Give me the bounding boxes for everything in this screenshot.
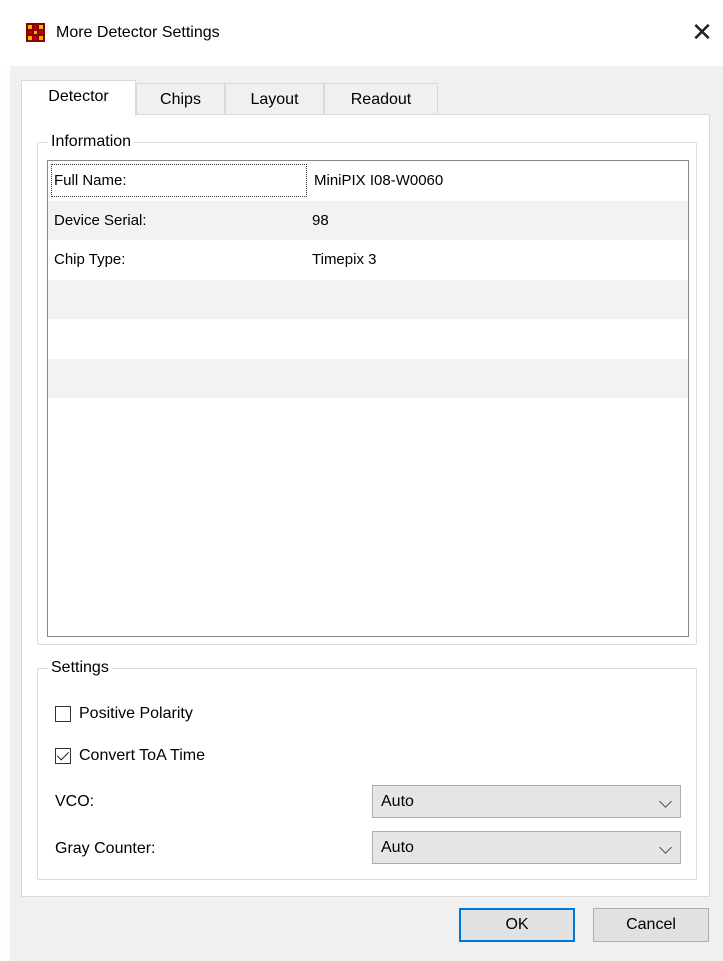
- settings-group-title: Settings: [48, 658, 112, 678]
- vco-label: VCO:: [55, 793, 95, 810]
- list-item[interactable]: Chip Type: Timepix 3: [48, 240, 688, 280]
- info-value: Timepix 3: [312, 251, 377, 269]
- gray-counter-select[interactable]: Auto: [372, 831, 681, 864]
- positive-polarity-label: Positive Polarity: [79, 705, 193, 722]
- convert-toa-option[interactable]: Convert ToA Time: [55, 747, 205, 765]
- window-title: More Detector Settings: [56, 24, 220, 41]
- list-item: [48, 358, 688, 398]
- detector-grid-icon: [26, 23, 45, 42]
- gray-counter-label: Gray Counter:: [55, 840, 156, 857]
- tab-chips[interactable]: Chips: [136, 83, 225, 115]
- information-group-title: Information: [48, 132, 135, 152]
- tab-readout[interactable]: Readout: [324, 83, 438, 115]
- info-key: Device Serial:: [54, 211, 147, 229]
- list-item: [48, 279, 688, 319]
- info-value: MiniPIX I08-W0060: [314, 172, 444, 190]
- gray-counter-select-value: Auto: [381, 839, 414, 856]
- convert-toa-label: Convert ToA Time: [79, 747, 205, 764]
- chevron-down-icon: [659, 841, 672, 854]
- positive-polarity-checkbox[interactable]: [55, 706, 71, 722]
- cancel-button[interactable]: Cancel: [593, 908, 709, 942]
- chevron-down-icon: [659, 795, 672, 808]
- list-item: [48, 319, 688, 359]
- list-item[interactable]: Device Serial: 98: [48, 200, 688, 240]
- info-key: Full Name:: [50, 163, 308, 198]
- window-edge: [0, 66, 10, 961]
- tab-layout[interactable]: Layout: [225, 83, 324, 115]
- vco-select[interactable]: Auto: [372, 785, 681, 818]
- info-value: 98: [312, 211, 329, 229]
- list-item[interactable]: Full Name: MiniPIX I08-W0060: [48, 161, 688, 201]
- ok-button[interactable]: OK: [459, 908, 575, 942]
- vco-select-value: Auto: [381, 793, 414, 810]
- positive-polarity-option[interactable]: Positive Polarity: [55, 705, 193, 723]
- info-key: Chip Type:: [54, 251, 126, 269]
- convert-toa-checkbox[interactable]: [55, 748, 71, 764]
- information-list[interactable]: Full Name: MiniPIX I08-W0060 Device Seri…: [47, 160, 689, 637]
- close-icon[interactable]: ✕: [687, 14, 717, 52]
- tab-detector[interactable]: Detector: [21, 80, 136, 116]
- title-bar: More Detector Settings ✕: [0, 0, 723, 66]
